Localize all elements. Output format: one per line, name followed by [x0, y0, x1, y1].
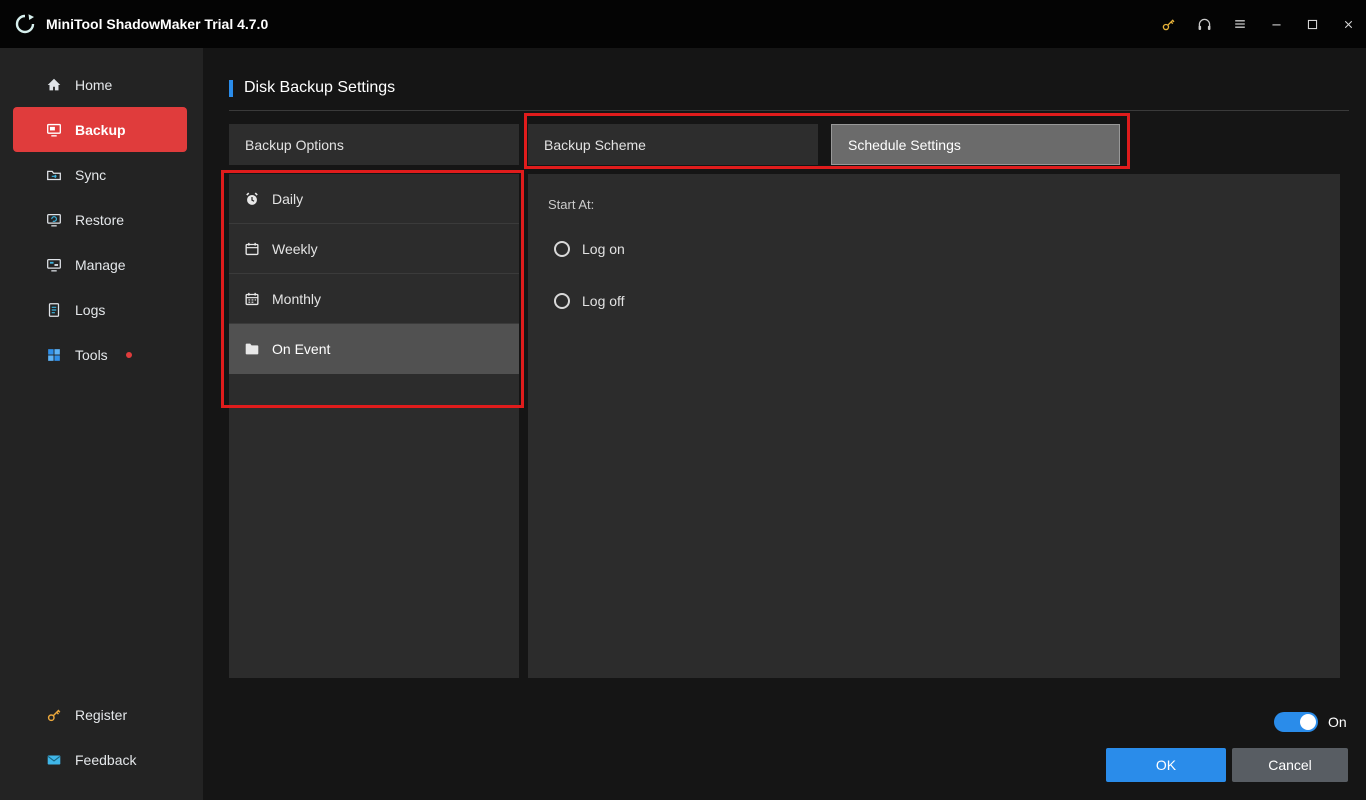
- app-window: MiniTool ShadowMaker Trial 4.7.0: [0, 0, 1366, 800]
- radio-log-off[interactable]: Log off: [554, 293, 625, 309]
- radio-circle-icon[interactable]: [554, 241, 570, 257]
- sidebar-item-label: Restore: [75, 212, 124, 228]
- page-title: Disk Backup Settings: [244, 79, 395, 97]
- list-item-daily[interactable]: Daily: [229, 174, 519, 224]
- app-title: MiniTool ShadowMaker Trial 4.7.0: [46, 16, 268, 32]
- sidebar-item-label: Tools: [75, 347, 108, 363]
- calendar-month-icon: [243, 290, 261, 308]
- radio-label: Log on: [582, 241, 625, 257]
- menu-icon[interactable]: [1222, 0, 1258, 48]
- sync-icon: [45, 166, 63, 184]
- page-header: Disk Backup Settings: [229, 79, 395, 97]
- main-content: Disk Backup Settings Backup Options Back…: [203, 48, 1366, 800]
- toggle-state-label: On: [1328, 714, 1347, 730]
- toggle-knob: [1300, 714, 1316, 730]
- list-item-label: On Event: [272, 341, 330, 357]
- list-item-label: Monthly: [272, 291, 321, 307]
- sidebar-nav: Home Backup Sync Restore: [0, 48, 203, 377]
- sidebar-item-label: Register: [75, 707, 127, 723]
- tab-schedule-settings[interactable]: Schedule Settings: [831, 124, 1120, 165]
- sidebar-item-sync[interactable]: Sync: [0, 152, 203, 197]
- folder-icon: [243, 340, 261, 358]
- sidebar-item-home[interactable]: Home: [0, 62, 203, 107]
- logs-icon: [45, 301, 63, 319]
- sidebar: Home Backup Sync Restore: [0, 48, 203, 800]
- radio-label: Log off: [582, 293, 625, 309]
- tab-label: Schedule Settings: [848, 137, 961, 153]
- tab-label: Backup Options: [245, 137, 344, 153]
- cancel-button[interactable]: Cancel: [1232, 748, 1348, 782]
- tab-backup-scheme[interactable]: Backup Scheme: [528, 124, 818, 165]
- sidebar-item-restore[interactable]: Restore: [0, 197, 203, 242]
- headset-icon[interactable]: [1186, 0, 1222, 48]
- sidebar-item-backup[interactable]: Backup: [13, 107, 187, 152]
- list-item-on-event[interactable]: On Event: [229, 324, 519, 374]
- header-divider: [229, 110, 1349, 111]
- restore-icon: [45, 211, 63, 229]
- calendar-icon: [243, 240, 261, 258]
- home-icon: [45, 76, 63, 94]
- close-icon[interactable]: [1330, 0, 1366, 48]
- ok-button[interactable]: OK: [1106, 748, 1226, 782]
- title-accent-bar: [229, 80, 233, 97]
- titlebar-actions: [1150, 0, 1366, 48]
- list-item-label: Daily: [272, 191, 303, 207]
- sidebar-bottom: Register Feedback: [0, 692, 203, 782]
- sidebar-item-register[interactable]: Register: [0, 692, 203, 737]
- sidebar-item-label: Manage: [75, 257, 126, 273]
- titlebar: MiniTool ShadowMaker Trial 4.7.0: [0, 0, 1366, 48]
- sidebar-item-label: Logs: [75, 302, 105, 318]
- radio-log-on[interactable]: Log on: [554, 241, 625, 257]
- list-item-label: Weekly: [272, 241, 318, 257]
- sidebar-item-manage[interactable]: Manage: [0, 242, 203, 287]
- tab-backup-options[interactable]: Backup Options: [229, 124, 519, 165]
- key-icon: [45, 706, 63, 724]
- radio-circle-icon[interactable]: [554, 293, 570, 309]
- schedule-type-list: Daily Weekly Monthly On Event: [229, 174, 519, 678]
- tools-icon: [45, 346, 63, 364]
- alarm-icon: [243, 190, 261, 208]
- start-at-label: Start At:: [548, 197, 594, 212]
- tools-notification-dot: [126, 352, 132, 358]
- app-logo-icon: [14, 13, 36, 35]
- sidebar-item-tools[interactable]: Tools: [0, 332, 203, 377]
- sidebar-item-label: Feedback: [75, 752, 136, 768]
- schedule-toggle[interactable]: [1274, 712, 1318, 732]
- list-item-weekly[interactable]: Weekly: [229, 224, 519, 274]
- sidebar-item-logs[interactable]: Logs: [0, 287, 203, 332]
- schedule-toggle-row: On: [1274, 712, 1347, 732]
- sidebar-item-label: Backup: [75, 122, 126, 138]
- minimize-icon[interactable]: [1258, 0, 1294, 48]
- tab-label: Backup Scheme: [544, 137, 646, 153]
- manage-icon: [45, 256, 63, 274]
- maximize-icon[interactable]: [1294, 0, 1330, 48]
- license-key-icon[interactable]: [1150, 0, 1186, 48]
- sidebar-item-label: Home: [75, 77, 112, 93]
- sidebar-item-feedback[interactable]: Feedback: [0, 737, 203, 782]
- sidebar-item-label: Sync: [75, 167, 106, 183]
- mail-icon: [45, 751, 63, 769]
- list-item-monthly[interactable]: Monthly: [229, 274, 519, 324]
- schedule-settings-panel: Start At: Log on Log off: [528, 174, 1340, 678]
- backup-icon: [45, 121, 63, 139]
